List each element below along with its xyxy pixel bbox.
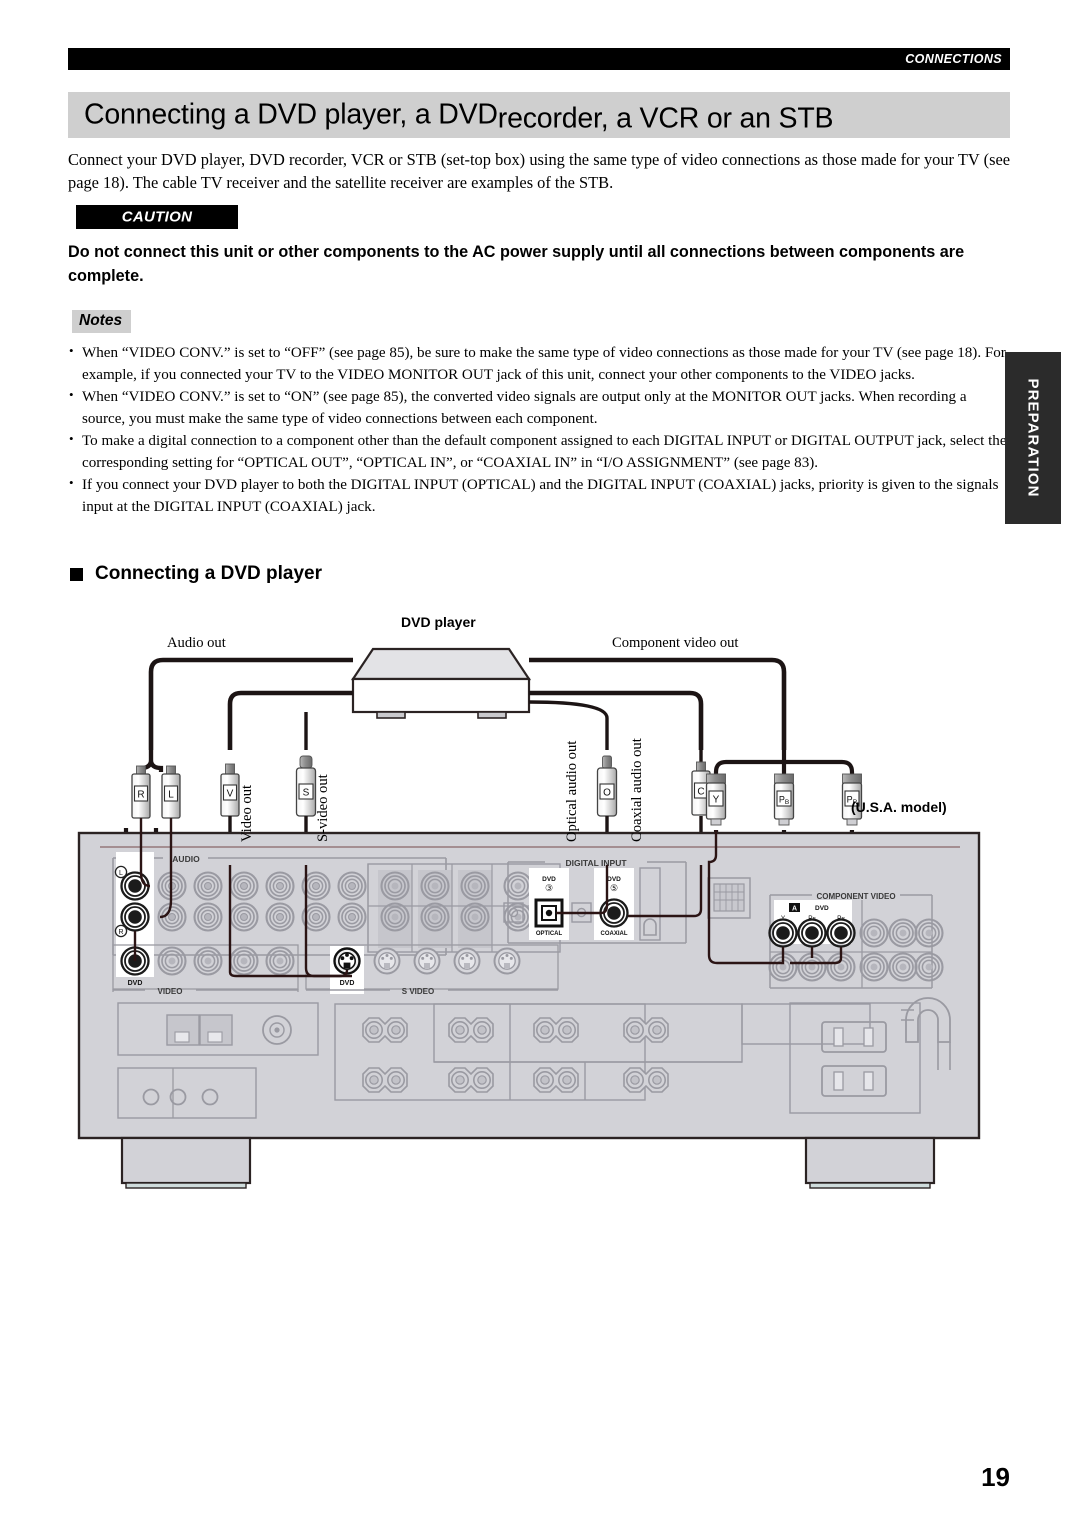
- svg-text:③: ③: [545, 883, 553, 893]
- svg-text:R: R: [118, 929, 123, 936]
- plug-component-video: Y PB PR: [705, 750, 863, 843]
- svg-text:R: R: [137, 790, 144, 801]
- svg-text:V: V: [227, 789, 234, 800]
- svg-text:DVD: DVD: [815, 905, 829, 912]
- page-number: 19: [981, 1462, 1010, 1492]
- svg-text:DVD: DVD: [607, 876, 621, 883]
- caution-badge: CAUTION: [76, 205, 238, 229]
- side-tab-label: PREPARATION: [1024, 378, 1042, 498]
- diagram-component-video-out-label: Component video out: [612, 635, 739, 651]
- note-item: If you connect your DVD player to both t…: [68, 474, 1010, 518]
- diagram-device-label: DVD player: [401, 614, 476, 630]
- page-title-band: Connecting a DVD player, a DVD recorder, …: [68, 92, 1010, 138]
- subheading: Connecting a DVD player: [70, 563, 322, 585]
- notes-badge-label: Notes: [79, 312, 123, 329]
- svg-text:DVD: DVD: [340, 980, 355, 987]
- diagram-s-video-out-vertical-label: S-video out: [315, 774, 331, 842]
- subheading-label: Connecting a DVD player: [95, 563, 322, 584]
- svg-text:Y: Y: [713, 795, 720, 806]
- section-header-label: CONNECTIONS: [905, 52, 1002, 66]
- diagram-coaxial-audio-out-vertical-label: Coaxial audio out: [629, 738, 645, 842]
- connection-diagram: R L V S O C Y PB PR AUDIO L R DVD VIDEO …: [0, 600, 1080, 1220]
- note-item: When “VIDEO CONV.” is set to “ON” (see p…: [68, 386, 1010, 430]
- note-item: When “VIDEO CONV.” is set to “OFF” (see …: [68, 342, 1010, 386]
- receiver-rear-panel: AUDIO L R DVD VIDEO DVD S VIDEO DIGITAL …: [77, 818, 981, 1189]
- caution-text: Do not connect this unit or other compon…: [68, 243, 965, 286]
- svg-text:L: L: [168, 790, 174, 801]
- svg-text:C: C: [697, 787, 704, 798]
- svg-text:DIGITAL INPUT: DIGITAL INPUT: [565, 858, 627, 868]
- svg-text:VIDEO: VIDEO: [158, 987, 183, 996]
- svg-text:S: S: [303, 788, 310, 799]
- notes-list: When “VIDEO CONV.” is set to “OFF” (see …: [68, 342, 1010, 520]
- svg-text:DVD: DVD: [542, 876, 556, 883]
- diagram-usa-model-label: (U.S.A. model): [851, 799, 947, 815]
- page-title: Connecting a DVD player, a DVD recorder, …: [84, 98, 834, 135]
- diagram-video-out-vertical-label: Video out: [239, 784, 255, 842]
- side-tab-preparation: PREPARATION: [1005, 352, 1061, 524]
- page-title-part2: recorder, a VCR or an STB: [497, 102, 834, 135]
- caution-badge-label: CAUTION: [121, 208, 193, 226]
- svg-text:COAXIAL: COAXIAL: [601, 931, 628, 937]
- svg-text:O: O: [603, 788, 611, 799]
- svg-text:S VIDEO: S VIDEO: [402, 987, 434, 996]
- dvd-player-device: [350, 647, 532, 719]
- svg-text:A: A: [792, 906, 797, 913]
- svg-text:L: L: [119, 870, 123, 877]
- notes-badge: Notes: [72, 310, 132, 333]
- page-title-part1: Connecting a DVD player, a DVD: [84, 98, 498, 131]
- svg-text:OPTICAL: OPTICAL: [536, 931, 563, 937]
- svg-text:⑤: ⑤: [610, 883, 618, 893]
- diagram-audio-out-label: Audio out: [167, 635, 226, 651]
- diagram-optical-audio-out-vertical-label: Optical audio out: [564, 740, 580, 842]
- svg-text:AUDIO: AUDIO: [172, 854, 200, 864]
- bullet-square-icon: [70, 567, 83, 581]
- intro-paragraph: Connect your DVD player, DVD recorder, V…: [68, 150, 1010, 193]
- note-item: To make a digital connection to a compon…: [68, 430, 1010, 474]
- svg-text:COMPONENT VIDEO: COMPONENT VIDEO: [816, 892, 895, 901]
- svg-text:DVD: DVD: [128, 980, 143, 987]
- section-header-bar: CONNECTIONS: [68, 48, 1010, 70]
